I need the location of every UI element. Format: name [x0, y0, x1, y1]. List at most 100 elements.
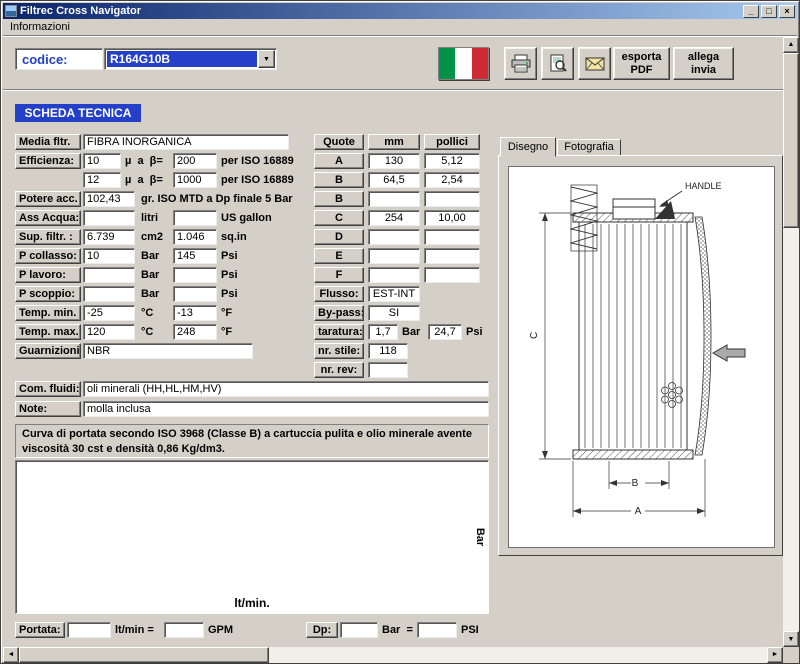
quote-c-mm-field[interactable]: 254 — [368, 210, 420, 226]
p-scoppio-label: P scoppio: — [15, 286, 81, 302]
email-button[interactable] — [578, 47, 611, 80]
quote-a-pollici-field[interactable]: 5,12 — [424, 153, 480, 169]
chevron-down-icon[interactable]: ▼ — [258, 50, 275, 68]
temp-min-c-field[interactable]: -25 — [83, 305, 135, 321]
vertical-scrollbar-thumb[interactable] — [783, 53, 799, 228]
temp-max-c-field[interactable]: 120 — [83, 324, 135, 340]
taratura-bar-field[interactable]: 1,7 — [368, 324, 398, 340]
scroll-right-icon[interactable]: ► — [767, 647, 783, 663]
flusso-label: Flusso: — [314, 286, 364, 302]
potere-acc-field[interactable]: 102,43 — [83, 191, 135, 207]
quote-a-mm-field[interactable]: 130 — [368, 153, 420, 169]
esporta-pdf-button[interactable]: esporta PDF — [613, 47, 670, 80]
quote-f-pollici-field[interactable] — [424, 267, 480, 283]
psi-label-1: Psi — [221, 248, 238, 264]
guarnizioni-label: Guarnizioni — [15, 343, 81, 359]
scroll-up-icon[interactable]: ▲ — [783, 37, 799, 53]
minimize-icon[interactable]: _ — [743, 5, 759, 18]
quote-d-pollici-field[interactable] — [424, 229, 480, 245]
guarnizioni-field[interactable]: NBR — [83, 343, 253, 359]
dim-b-label: B — [632, 478, 639, 489]
allega-invia-label-2: invia — [691, 64, 716, 77]
gpm-label: GPM — [208, 622, 233, 638]
scrollbar-corner — [783, 647, 799, 663]
ass-acqua-litri-field[interactable] — [83, 210, 135, 226]
temp-max-f-field[interactable]: 248 — [173, 324, 217, 340]
bar-label-1: Bar — [141, 248, 159, 264]
app-window: Filtrec Cross Navigator _ □ × Informazio… — [0, 0, 800, 664]
taratura-bar-unit: Bar — [402, 324, 420, 340]
maximize-icon[interactable]: □ — [761, 5, 777, 18]
quote-e-mm-field[interactable] — [368, 248, 420, 264]
scroll-down-icon[interactable]: ▼ — [783, 631, 799, 647]
media-fltr-field[interactable]: FIBRA INORGANICA — [83, 134, 289, 150]
efficienza-micron-2-field[interactable]: 12 — [83, 172, 121, 188]
p-scoppio-psi-field[interactable] — [173, 286, 217, 302]
quote-e-pollici-field[interactable] — [424, 248, 480, 264]
horizontal-scrollbar[interactable]: ◄ ► — [3, 647, 783, 663]
beta-label-1: µ a β= — [125, 153, 163, 169]
quote-row-label: B — [314, 191, 364, 207]
sup-filtr-sqin-field[interactable]: 1.046 — [173, 229, 217, 245]
codice-label: codice: — [22, 52, 68, 67]
taratura-psi-field[interactable]: 24,7 — [428, 324, 462, 340]
email-icon — [584, 53, 606, 75]
vertical-scrollbar[interactable]: ▲ ▼ — [783, 37, 799, 647]
quote-row-label: F — [314, 267, 364, 283]
portata-field[interactable] — [67, 622, 111, 638]
psi-label-2: Psi — [221, 267, 238, 283]
litri-label: litri — [141, 210, 158, 226]
p-collasso-bar-field[interactable]: 10 — [83, 248, 135, 264]
tab-fotografia[interactable]: Fotografia — [557, 139, 621, 156]
menu-informazioni[interactable]: Informazioni — [3, 20, 77, 34]
printer-icon — [510, 53, 532, 75]
efficienza-beta-2-field[interactable]: 1000 — [173, 172, 217, 188]
gpm-field[interactable] — [164, 622, 204, 638]
app-icon — [5, 5, 17, 17]
quote-row-label: B — [314, 172, 364, 188]
note-field[interactable]: molla inclusa — [83, 401, 489, 417]
print-preview-icon — [547, 53, 569, 75]
p-scoppio-bar-field[interactable] — [83, 286, 135, 302]
quote-b1-pollici-field[interactable]: 2,54 — [424, 172, 480, 188]
quote-b1-mm-field[interactable]: 64,5 — [368, 172, 420, 188]
codice-selected-value[interactable]: R164G10B — [107, 51, 257, 67]
quote-b2-pollici-field[interactable] — [424, 191, 480, 207]
print-button[interactable] — [504, 47, 537, 80]
horizontal-scrollbar-thumb[interactable] — [19, 647, 269, 663]
p-lavoro-bar-field[interactable] — [83, 267, 135, 283]
flusso-field[interactable]: EST-INT — [368, 286, 420, 302]
quote-row-label: C — [314, 210, 364, 226]
temp-min-f-field[interactable]: -13 — [173, 305, 217, 321]
bar-eq-label: Bar = — [382, 622, 413, 638]
sup-filtr-cm2-field[interactable]: 6.739 — [83, 229, 135, 245]
nr-rev-field[interactable] — [368, 362, 408, 378]
quote-header: Quote — [314, 134, 364, 150]
print-preview-button[interactable] — [541, 47, 574, 80]
quote-row-label: D — [314, 229, 364, 245]
dp-psi-field[interactable] — [417, 622, 457, 638]
quote-c-pollici-field[interactable]: 10,00 — [424, 210, 480, 226]
title-bar[interactable]: Filtrec Cross Navigator _ □ × — [3, 3, 797, 19]
tab-disegno[interactable]: Disegno — [500, 137, 556, 157]
com-fluidi-field[interactable]: oli minerali (HH,HL,HM,HV) — [83, 381, 489, 397]
efficienza-micron-1-field[interactable]: 10 — [83, 153, 121, 169]
close-icon[interactable]: × — [779, 5, 795, 18]
chart-y-axis-label: Bar — [474, 528, 486, 546]
quote-b2-mm-field[interactable] — [368, 191, 420, 207]
codice-combobox[interactable]: R164G10B ▼ — [104, 48, 277, 70]
ass-acqua-gallon-field[interactable] — [173, 210, 217, 226]
p-lavoro-psi-field[interactable] — [173, 267, 217, 283]
p-collasso-psi-field[interactable]: 145 — [173, 248, 217, 264]
dp-bar-field[interactable] — [340, 622, 378, 638]
quote-d-mm-field[interactable] — [368, 229, 420, 245]
nr-stile-field[interactable]: 118 — [368, 343, 408, 359]
bypass-field[interactable]: SI — [368, 305, 420, 321]
beta-label-2: µ a β= — [125, 172, 163, 188]
allega-invia-button[interactable]: allega invia — [673, 47, 734, 80]
quote-f-mm-field[interactable] — [368, 267, 420, 283]
scroll-left-icon[interactable]: ◄ — [3, 647, 19, 663]
taratura-label: taratura: — [314, 324, 364, 340]
handle-annotation: HANDLE — [685, 181, 722, 191]
efficienza-beta-1-field[interactable]: 200 — [173, 153, 217, 169]
